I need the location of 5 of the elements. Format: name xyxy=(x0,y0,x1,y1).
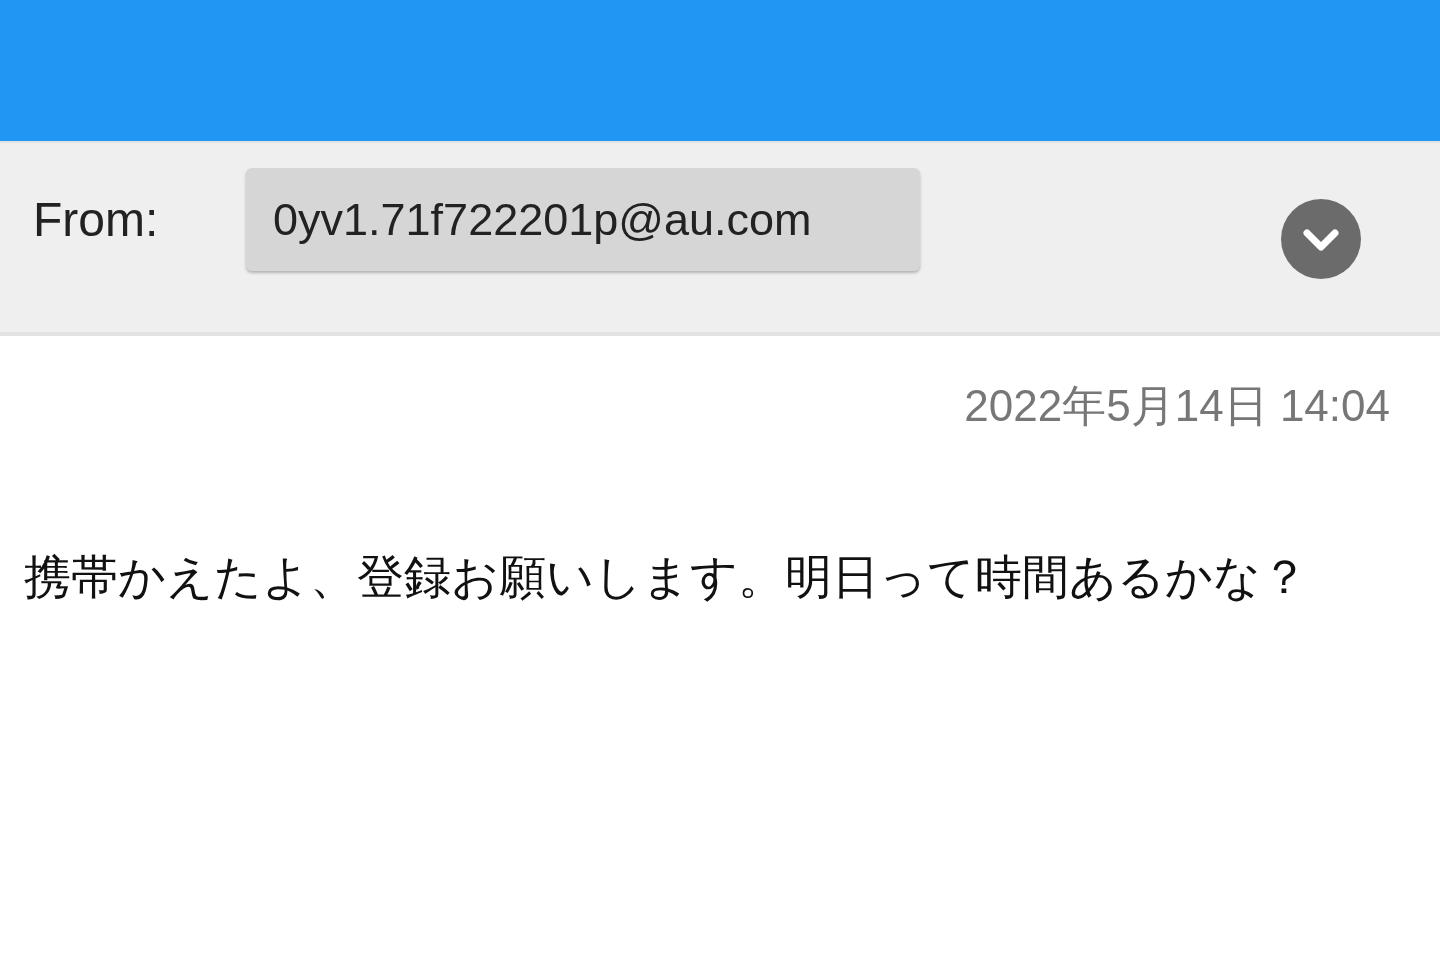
chevron-down-icon[interactable] xyxy=(1281,199,1361,279)
message-date: 2022年5月14日 14:04 xyxy=(964,384,1390,428)
from-label: From: xyxy=(33,192,160,248)
sender-chip[interactable]: 0yv1.71f722201p@au.com xyxy=(246,168,920,271)
message-body: 携帯かえたよ、登録お願いします。明日って時間あるかな？ xyxy=(24,549,1309,605)
